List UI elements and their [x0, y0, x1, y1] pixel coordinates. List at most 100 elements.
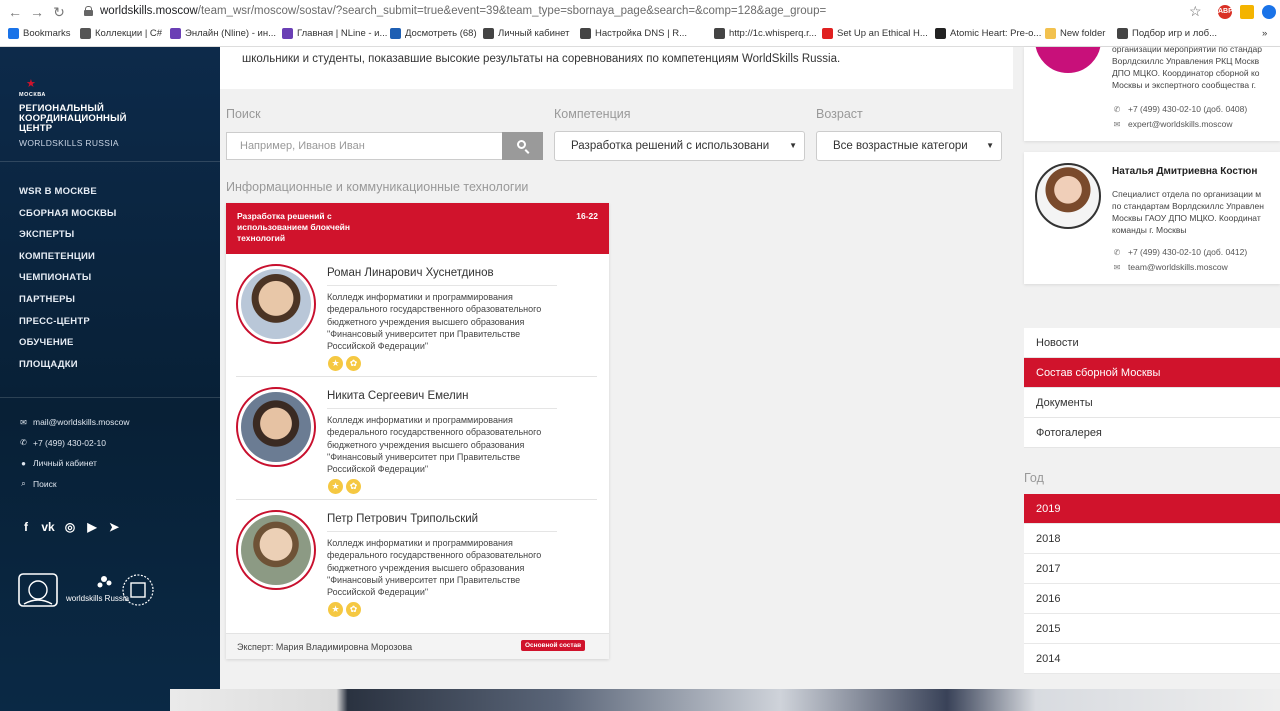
back-icon[interactable]: ← — [6, 3, 24, 21]
bookmark-item[interactable]: Настройка DNS | R... — [580, 28, 687, 39]
sidebar-email: mail@worldskills.moscow — [33, 417, 130, 428]
forward-icon[interactable]: → — [28, 3, 46, 21]
year-item[interactable]: 2018 — [1024, 524, 1280, 554]
menu-item-gallery[interactable]: Фотогалерея — [1024, 418, 1280, 448]
sidebar-phone-link[interactable]: ✆ +7 (499) 430-02-10 — [19, 433, 239, 454]
bookmark-item[interactable]: Личный кабинет — [483, 28, 569, 39]
contact-email-link[interactable]: ✉ expert@worldskills.moscow — [1112, 119, 1233, 129]
medal-icon: ✿ — [346, 356, 361, 371]
bookmark-label: Главная | NLine - и... — [297, 28, 388, 39]
member-institution: Колледж информатики и программирования ф… — [327, 292, 542, 352]
member-item[interactable]: Никита Сергеевич Емелин Колледж информат… — [226, 377, 609, 500]
bookmark-item[interactable]: Подбор игр и лоб... — [1117, 28, 1217, 39]
year-item[interactable]: 2017 — [1024, 554, 1280, 584]
phone-icon: ✆ — [1113, 104, 1121, 114]
sidebar-item-competences[interactable]: КОМПЕТЕНЦИИ — [19, 251, 117, 273]
sidebar-item-partners[interactable]: ПАРТНЕРЫ — [19, 294, 117, 316]
contact-card: Наталья Дмитриевна Костюн Специалист отд… — [1024, 152, 1280, 284]
team-age: 16-22 — [576, 211, 598, 221]
section-menu: Новости Состав сборной Москвы Документы … — [1024, 328, 1280, 448]
phone-icon: ✆ — [20, 438, 27, 448]
contact-description: организации мероприятий по стандар Ворлд… — [1112, 47, 1280, 91]
year-item[interactable]: 2019 — [1024, 494, 1280, 524]
search-icon — [517, 140, 526, 149]
worldskills-logo-icon: worldskills Russia — [65, 576, 130, 603]
youtube-icon[interactable]: ▶ — [85, 520, 99, 534]
sidebar-item-experts[interactable]: ЭКСПЕРТЫ — [19, 229, 117, 251]
contact-phone-link[interactable]: ✆ +7 (499) 430-02-10 (доб. 0412) — [1112, 247, 1248, 257]
bookmark-item[interactable]: Досмотреть (68) — [390, 28, 477, 39]
search-button[interactable] — [502, 132, 543, 160]
moscow-star-icon: ★ — [26, 78, 36, 90]
telegram-icon[interactable]: ➤ — [107, 520, 121, 534]
bookmark-icon — [80, 28, 91, 39]
extension-icon[interactable] — [1262, 5, 1276, 19]
menu-item-documents[interactable]: Документы — [1024, 388, 1280, 418]
bookmark-item[interactable]: http://1c.whisperq.r... — [714, 28, 817, 39]
sidebar-search-link[interactable]: ⌕ Поиск — [19, 474, 239, 495]
adblock-extension-icon[interactable]: ABP — [1218, 5, 1233, 19]
contact-desc-line: организации мероприятий по стандар — [1112, 47, 1262, 54]
menu-item-team[interactable]: Состав сборной Москвы — [1024, 358, 1280, 388]
mail-icon: ✉ — [1113, 262, 1121, 272]
bookmark-item[interactable]: Set Up an Ethical H... — [822, 28, 928, 39]
bookmark-icon — [390, 28, 401, 39]
bookmark-icon — [580, 28, 591, 39]
age-select-value: Все возрастные категори — [833, 140, 968, 152]
member-item[interactable]: Роман Линарович Хуснетдинов Колледж инфо… — [226, 254, 609, 377]
sidebar-item-press[interactable]: ПРЕСС-ЦЕНТР — [19, 316, 117, 338]
lock-icon[interactable] — [84, 6, 93, 16]
member-item[interactable]: Петр Петрович Трипольский Колледж информ… — [226, 500, 609, 623]
sidebar-item-team[interactable]: СБОРНАЯ МОСКВЫ — [19, 208, 117, 230]
sidebar-email-link[interactable]: ✉ mail@worldskills.moscow — [19, 412, 239, 433]
bookmark-star-icon[interactable]: ☆ — [1189, 3, 1202, 20]
bookmark-item[interactable]: Главная | NLine - и... — [282, 28, 387, 39]
extension-icon[interactable] — [1240, 5, 1254, 19]
sidebar-item-wsr[interactable]: WSR В МОСКВЕ — [19, 186, 117, 208]
contact-desc-line: команды г. Москвы — [1112, 225, 1187, 235]
contact-phone-link[interactable]: ✆ +7 (499) 430-02-10 (доб. 0408) — [1112, 104, 1248, 114]
age-label: Возраст — [816, 107, 863, 121]
bookmark-item[interactable]: Atomic Heart: Pre-o... — [935, 28, 1041, 39]
sidebar-item-education[interactable]: ОБУЧЕНИЕ — [19, 337, 117, 359]
bookmark-item[interactable]: Коллекции | C# — [80, 28, 162, 39]
member-divider — [327, 531, 557, 532]
address-bar-row: ← → ↻ worldskills.moscow/team_wsr/moscow… — [0, 0, 1280, 24]
facebook-icon[interactable]: f — [19, 520, 33, 534]
search-input[interactable] — [226, 132, 503, 160]
sidebar-logo-block[interactable]: ★ МОСКВА РЕГИОНАЛЬНЫЙ КООРДИНАЦИОННЫЙ ЦЕ… — [0, 47, 220, 162]
contact-desc-line: Москвы и экспертного сообщества г. — [1112, 80, 1256, 90]
footer-banner-image — [170, 689, 1280, 711]
contact-desc-line: по стандартам Ворлдскиллс Управлен — [1112, 201, 1264, 211]
bookmark-item[interactable]: New folder — [1045, 28, 1105, 39]
contact-photo — [1035, 47, 1101, 73]
age-select[interactable]: Все возрастные категори ▼ — [816, 131, 1002, 161]
sidebar: ★ МОСКВА РЕГИОНАЛЬНЫЙ КООРДИНАЦИОННЫЙ ЦЕ… — [0, 47, 220, 711]
bookmark-icon — [483, 28, 494, 39]
reload-icon[interactable]: ↻ — [50, 3, 68, 21]
url-field[interactable]: worldskills.moscow/team_wsr/moscow/sosta… — [100, 5, 826, 17]
chevron-down-icon: ▼ — [986, 141, 994, 150]
contact-email-link[interactable]: ✉ team@worldskills.moscow — [1112, 262, 1228, 272]
sidebar-item-venues[interactable]: ПЛОЩАДКИ — [19, 359, 117, 381]
year-item[interactable]: 2014 — [1024, 644, 1280, 674]
sidebar-phone: +7 (499) 430-02-10 — [33, 437, 107, 448]
mail-icon: ✉ — [20, 417, 27, 427]
instagram-icon[interactable]: ◎ — [63, 520, 77, 534]
menu-item-news[interactable]: Новости — [1024, 328, 1280, 358]
partner-logos: worldskills Russia — [18, 573, 154, 607]
bookmarks-more-button[interactable]: » — [1262, 28, 1267, 39]
contact-phone: +7 (499) 430-02-10 (доб. 0408) — [1128, 104, 1248, 114]
bookmark-item[interactable]: Энлайн (Nline) - ин... — [170, 28, 276, 39]
member-institution: Колледж информатики и программирования ф… — [327, 415, 542, 475]
competence-select[interactable]: Разработка решений с использовани ▼ — [554, 131, 805, 161]
sidebar-cabinet-link[interactable]: ● Личный кабинет — [19, 453, 239, 474]
team-card-header[interactable]: Разработка решений с использованием блок… — [226, 203, 609, 254]
year-item[interactable]: 2016 — [1024, 584, 1280, 614]
year-item[interactable]: 2015 — [1024, 614, 1280, 644]
bookmark-item[interactable]: Bookmarks — [8, 28, 71, 39]
contact-photo — [1035, 163, 1101, 229]
sidebar-item-championships[interactable]: ЧЕМПИОНАТЫ — [19, 272, 117, 294]
member-name: Никита Сергеевич Емелин — [327, 390, 469, 402]
vk-icon[interactable]: vk — [41, 520, 55, 534]
